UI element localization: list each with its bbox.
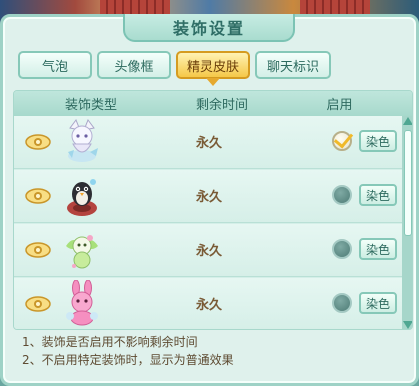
tab-avatar-frame[interactable]: 头像框 xyxy=(97,51,171,79)
note-line: 2、不启用特定装饰时，显示为普通效果 xyxy=(22,353,234,367)
decoration-table: 装饰类型 剩余时间 启用 永久 染色 永久 染色 永久 染色 永久 染色 xyxy=(13,90,413,330)
dialog-title-tab: 装饰设置 xyxy=(123,14,295,42)
scroll-up-icon[interactable] xyxy=(403,117,412,125)
dye-button[interactable]: 染色 xyxy=(359,238,397,260)
tab-spirit-skin[interactable]: 精灵皮肤 xyxy=(176,51,250,86)
table-row[interactable]: 永久 染色 xyxy=(14,278,402,329)
notes: 1、装饰是否启用不影响剩余时间 2、不启用特定装饰时，显示为普通效果 xyxy=(22,333,234,369)
table-row[interactable]: 永久 染色 xyxy=(14,170,402,223)
header-type: 装饰类型 xyxy=(64,98,117,113)
enable-toggle[interactable] xyxy=(332,185,352,205)
table-row[interactable]: 永久 染色 xyxy=(14,224,402,277)
dye-button[interactable]: 染色 xyxy=(359,130,397,152)
scroll-down-icon[interactable] xyxy=(403,321,412,329)
note-line: 1、装饰是否启用不影响剩余时间 xyxy=(22,335,198,349)
eye-icon[interactable] xyxy=(25,296,51,316)
green-fairy-spirit-icon xyxy=(60,226,104,274)
remaining-time: 永久 xyxy=(195,244,222,259)
tab-bubble[interactable]: 气泡 xyxy=(18,51,92,79)
table-row[interactable]: 永久 染色 xyxy=(14,116,402,169)
remaining-time: 永久 xyxy=(195,298,222,313)
white-fox-spirit-icon xyxy=(60,118,104,166)
enable-toggle[interactable] xyxy=(332,293,352,313)
remaining-time: 永久 xyxy=(195,190,222,205)
header-enable: 启用 xyxy=(326,98,353,113)
eye-icon[interactable] xyxy=(25,134,51,154)
penguin-spirit-icon xyxy=(60,172,104,220)
scrollbar[interactable] xyxy=(402,116,412,329)
eye-icon[interactable] xyxy=(25,242,51,262)
remaining-time: 永久 xyxy=(195,136,222,151)
header-remaining: 剩余时间 xyxy=(195,98,248,113)
tab-chat-badge[interactable]: 聊天标识 xyxy=(255,51,331,79)
pink-rabbit-spirit-icon xyxy=(60,279,104,328)
dye-button[interactable]: 染色 xyxy=(359,184,397,206)
scrollbar-thumb[interactable] xyxy=(404,130,412,236)
dialog-title: 装饰设置 xyxy=(172,19,245,38)
enable-toggle[interactable] xyxy=(332,239,352,259)
dye-button[interactable]: 染色 xyxy=(359,292,397,314)
enable-toggle[interactable] xyxy=(332,131,352,151)
tab-bar: 气泡 头像框 精灵皮肤 聊天标识 xyxy=(18,51,331,86)
eye-icon[interactable] xyxy=(25,188,51,208)
table-header: 装饰类型 剩余时间 启用 xyxy=(14,91,412,116)
